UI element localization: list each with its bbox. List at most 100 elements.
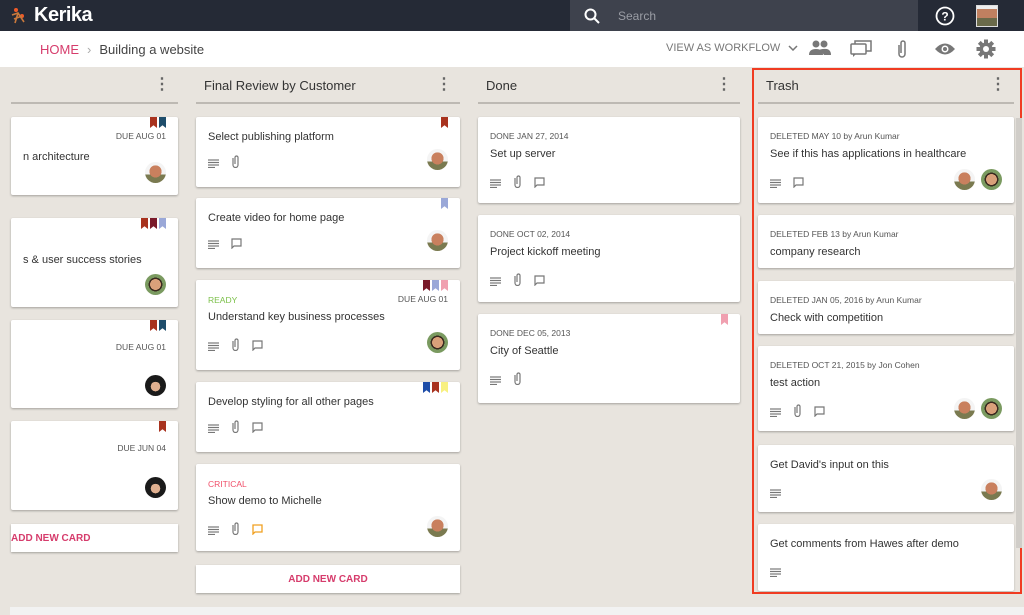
card[interactable]: READY DUE AUG 01 Understand key business p… xyxy=(196,280,460,370)
search-icon[interactable] xyxy=(584,8,600,24)
more-options-icon[interactable]: ⋮ xyxy=(716,77,732,93)
card-icons xyxy=(770,175,804,193)
due-date: DUE AUG 01 xyxy=(115,342,166,352)
flag-icon xyxy=(423,382,430,393)
view-as-dropdown[interactable]: VIEW AS WORKFLOW xyxy=(666,42,798,54)
card[interactable]: Select publishing platform xyxy=(196,117,460,187)
avatar[interactable] xyxy=(427,332,448,353)
card-avatars xyxy=(145,274,166,295)
chat-icon[interactable] xyxy=(850,39,872,57)
flag-icon xyxy=(159,117,166,128)
help-icon[interactable]: ? xyxy=(935,6,955,26)
avatar[interactable] xyxy=(981,169,1002,190)
column-header: Done ⋮ xyxy=(478,68,740,104)
card[interactable]: DUE AUG 01 n architecture xyxy=(11,117,178,195)
card[interactable]: DELETED FEB 13 by Arun Kumar company rese… xyxy=(758,215,1014,268)
card[interactable]: DONE JAN 27, 2014 Set up server xyxy=(478,117,740,203)
attachment-icon xyxy=(231,522,240,540)
avatar[interactable] xyxy=(145,477,166,498)
avatar[interactable] xyxy=(954,169,975,190)
card-icons xyxy=(770,485,781,503)
card-title: City of Seattle xyxy=(490,345,559,357)
card[interactable]: Get comments from Hawes after demo xyxy=(758,524,1014,591)
attachment-icon xyxy=(513,175,522,193)
column-header: ⋮ xyxy=(11,68,178,104)
card-flags xyxy=(141,218,166,229)
card-icons xyxy=(770,404,825,422)
eye-icon[interactable] xyxy=(934,42,956,56)
attachment-icon xyxy=(513,273,522,291)
card[interactable]: s & user success stories xyxy=(11,218,178,307)
card-icons xyxy=(208,522,263,540)
card-meta: DELETED FEB 13 by Arun Kumar xyxy=(770,229,899,239)
kerika-logo[interactable]: Kerika xyxy=(10,4,93,27)
card[interactable]: Create video for home page xyxy=(196,198,460,268)
add-new-card-button[interactable]: ADD NEW CARD xyxy=(11,524,178,552)
breadcrumb-home[interactable]: HOME xyxy=(40,42,79,57)
flag-icon xyxy=(432,280,439,291)
card-flags xyxy=(721,314,728,325)
team-icon[interactable] xyxy=(808,39,832,57)
avatar[interactable] xyxy=(145,162,166,183)
avatar[interactable] xyxy=(954,398,975,419)
card-avatars xyxy=(427,516,448,537)
card[interactable]: DELETED JAN 05, 2016 by Arun Kumar Check … xyxy=(758,281,1014,334)
more-options-icon[interactable]: ⋮ xyxy=(436,77,452,93)
description-icon xyxy=(208,236,219,254)
card-avatars xyxy=(145,375,166,396)
description-icon xyxy=(770,564,781,582)
more-options-icon[interactable]: ⋮ xyxy=(154,77,170,93)
card-icons xyxy=(208,236,242,254)
kerika-logo-icon xyxy=(11,7,25,23)
card[interactable]: DUE JUN 04 xyxy=(11,421,178,510)
avatar[interactable] xyxy=(427,149,448,170)
search-bar xyxy=(570,0,918,31)
column-final-review-by-customer: Final Review by Customer ⋮ Select publishi… xyxy=(196,68,460,608)
sub-header: HOME › Building a website VIEW AS WORKFL… xyxy=(0,31,1024,67)
status-label: CRITICAL xyxy=(208,479,247,489)
column-trash: Trash ⋮ DELETED MAY 10 by Arun Kumar See if… xyxy=(758,68,1014,608)
avatar[interactable] xyxy=(981,398,1002,419)
card[interactable]: DELETED MAY 10 by Arun Kumar See if this … xyxy=(758,117,1014,203)
card[interactable]: DELETED OCT 21, 2015 by Jon Cohen test ac… xyxy=(758,346,1014,431)
board-horizontal-scrollbar[interactable] xyxy=(10,607,1024,615)
card-title: Show demo to Michelle xyxy=(208,495,322,507)
chat-icon xyxy=(534,273,545,291)
description-icon xyxy=(208,420,219,438)
card-flags xyxy=(423,280,448,291)
due-date: DUE AUG 01 xyxy=(115,131,166,141)
search-input[interactable] xyxy=(618,8,878,23)
card[interactable]: DUE AUG 01 xyxy=(11,320,178,408)
card-icons xyxy=(770,564,781,582)
avatar[interactable] xyxy=(427,230,448,251)
attachment-icon xyxy=(231,420,240,438)
card-avatars xyxy=(981,479,1002,500)
trash-vertical-scrollbar[interactable] xyxy=(1016,118,1022,548)
avatar[interactable] xyxy=(981,479,1002,500)
card[interactable]: DONE DEC 05, 2013 City of Seattle xyxy=(478,314,740,403)
svg-text:?: ? xyxy=(941,10,948,24)
card[interactable]: CRITICAL Show demo to Michelle xyxy=(196,464,460,551)
card[interactable]: Develop styling for all other pages xyxy=(196,382,460,452)
settings-gear-icon[interactable] xyxy=(976,39,996,59)
card-avatars xyxy=(145,477,166,498)
avatar[interactable] xyxy=(145,375,166,396)
user-avatar[interactable] xyxy=(976,5,998,27)
description-icon xyxy=(770,404,781,422)
chat-icon xyxy=(793,175,804,193)
card[interactable]: Get David's input on this xyxy=(758,445,1014,512)
avatar[interactable] xyxy=(145,274,166,295)
attachment-icon xyxy=(231,155,240,173)
attachment-icon[interactable] xyxy=(896,39,908,59)
avatar[interactable] xyxy=(427,516,448,537)
flag-icon xyxy=(141,218,148,229)
flag-icon xyxy=(721,314,728,325)
card-title: Set up server xyxy=(490,148,556,160)
card[interactable]: DONE OCT 02, 2014 Project kickoff meeting xyxy=(478,215,740,302)
card-title: Understand key business processes xyxy=(208,311,385,323)
column-done: Done ⋮ DONE JAN 27, 2014 Set up server DONE … xyxy=(478,68,740,608)
card-title: Get comments from Hawes after demo xyxy=(770,538,959,550)
more-options-icon[interactable]: ⋮ xyxy=(990,77,1006,93)
add-new-card-button[interactable]: ADD NEW CARD xyxy=(196,565,460,593)
flag-icon xyxy=(441,117,448,128)
